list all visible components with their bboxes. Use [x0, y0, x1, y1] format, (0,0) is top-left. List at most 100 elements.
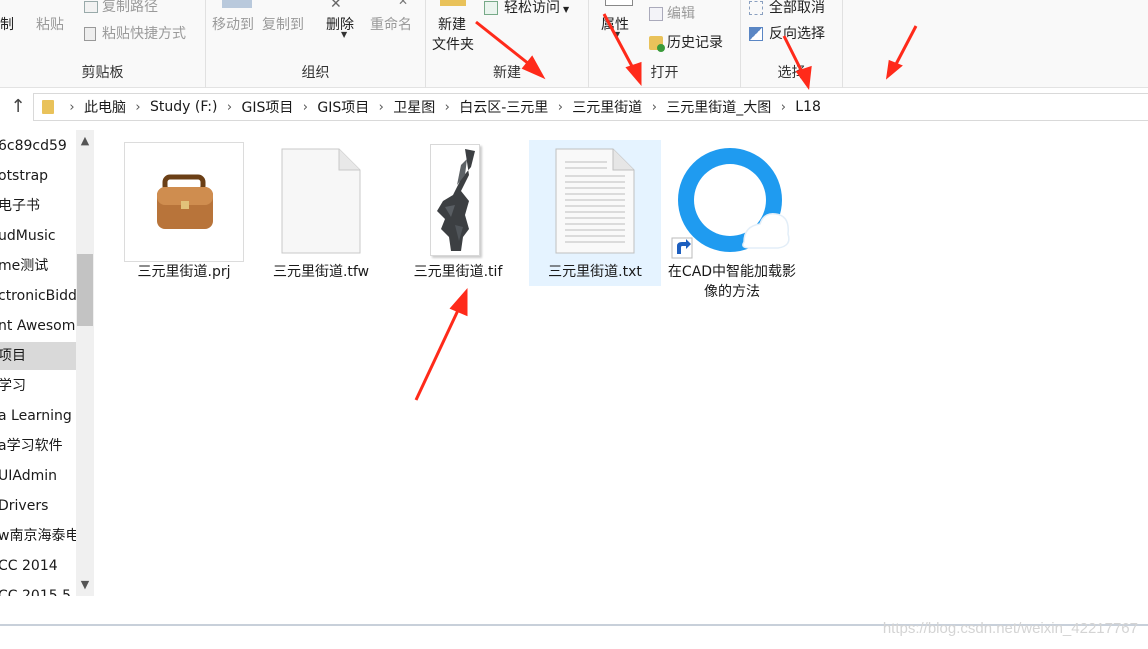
- file-name: 三元里街道.txt: [548, 264, 642, 280]
- delete-icon: ✕: [330, 0, 342, 12]
- breadcrumb-sanyuanli-large[interactable]: 三元里街道_大图: [666, 97, 771, 117]
- nav-item[interactable]: CC 2015.5: [0, 582, 76, 596]
- properties-icon: [605, 0, 633, 6]
- new-folder-button[interactable]: 新建: [438, 14, 466, 34]
- scrollbar-thumb[interactable]: [77, 254, 93, 326]
- up-arrow-icon[interactable]: ↑: [8, 96, 28, 118]
- nav-item[interactable]: 学习: [0, 372, 76, 400]
- file-name: 在CAD中智能加载影像的方法: [667, 264, 797, 300]
- satellite-image-thumbnail: [430, 144, 480, 256]
- paste-shortcut-icon: [84, 27, 96, 41]
- breadcrumb-satellite[interactable]: 卫星图: [393, 97, 435, 117]
- file-name: 三元里街道.prj: [137, 264, 231, 280]
- nav-item[interactable]: nt Awesom: [0, 312, 76, 340]
- group-title-clipboard: 剪贴板: [81, 65, 124, 81]
- file-name: 三元里街道.tfw: [272, 264, 370, 280]
- select-none-icon: [749, 1, 763, 15]
- breadcrumb-gis-project[interactable]: GIS项目: [241, 97, 293, 117]
- group-title-new: 新建: [493, 65, 521, 81]
- nav-item[interactable]: ctronicBidd: [0, 282, 76, 310]
- paste-button[interactable]: 粘贴: [36, 14, 64, 34]
- new-folder-icon: [440, 0, 466, 6]
- easy-access-button[interactable]: 轻松访问 ▼: [484, 0, 569, 17]
- file-item-tfw[interactable]: 三元里街道.tfw: [255, 140, 387, 286]
- scrollbar-track[interactable]: [76, 130, 94, 596]
- ribbon-group-new: 新建 文件夹 轻松访问 ▼ 新建: [426, 0, 589, 88]
- nav-item[interactable]: UIAdmin: [0, 462, 76, 490]
- breadcrumb-drive[interactable]: Study (F:): [150, 99, 217, 115]
- copy-path-icon: [84, 1, 98, 13]
- address-bar[interactable]: › 此电脑 › Study (F:) › GIS项目 › GIS项目 › 卫星图 › 白云…: [33, 93, 1148, 121]
- easy-access-label: 轻松访问: [504, 0, 560, 16]
- ribbon: 制 粘贴 复制路径 粘贴快捷方式 剪贴板 移动到 复制到 ✕ 删除 ▼ ✕ 重命…: [0, 0, 1148, 88]
- history-label: 历史记录: [667, 35, 723, 51]
- copy-path-label: 复制路径: [102, 0, 158, 15]
- group-title-open: 打开: [650, 65, 679, 81]
- select-none-label: 全部取消: [769, 0, 825, 16]
- file-explorer-window: 制 粘贴 复制路径 粘贴快捷方式 剪贴板 移动到 复制到 ✕ 删除 ▼ ✕ 重命…: [0, 0, 1148, 649]
- ribbon-group-clipboard: 制 粘贴 复制路径 粘贴快捷方式 剪贴板: [0, 0, 206, 88]
- nav-item[interactable]: Drivers: [0, 492, 76, 520]
- watermark: https://blog.csdn.net/weixin_42217767: [882, 620, 1138, 637]
- nav-item[interactable]: 6c89cd59: [0, 132, 76, 160]
- group-title-select: 选择: [777, 65, 806, 81]
- file-item-prj[interactable]: 三元里街道.prj: [118, 140, 250, 286]
- chevron-right-icon: ›: [651, 99, 657, 115]
- ribbon-group-organize: 移动到 复制到 ✕ 删除 ▼ ✕ 重命名 组织: [206, 0, 426, 88]
- blank-document-icon: [281, 148, 361, 254]
- history-button[interactable]: 历史记录: [649, 32, 723, 52]
- breadcrumb-this-pc[interactable]: 此电脑: [84, 97, 126, 117]
- chevron-right-icon: ›: [302, 99, 308, 115]
- paste-shortcut-label: 粘贴快捷方式: [102, 26, 186, 42]
- delete-button[interactable]: 删除: [326, 14, 354, 34]
- copy-button[interactable]: 制: [0, 14, 14, 34]
- scroll-up-icon[interactable]: ▲: [76, 132, 94, 150]
- select-none-button[interactable]: 全部取消: [749, 0, 825, 17]
- invert-selection-label: 反向选择: [769, 26, 825, 42]
- properties-dropdown-icon: ▼: [614, 30, 621, 39]
- edit-icon: [649, 7, 663, 21]
- rename-icon: ✕: [398, 0, 409, 8]
- navigation-pane: 6c89cd59 otstrap 电子书 udMusic me测试 ctroni…: [0, 130, 96, 596]
- nav-item[interactable]: otstrap: [0, 162, 76, 190]
- invert-selection-button[interactable]: 反向选择: [749, 23, 825, 43]
- invert-selection-icon: [749, 27, 763, 41]
- move-to-button[interactable]: 移动到: [212, 14, 254, 34]
- nav-item[interactable]: w南京海泰电: [0, 522, 76, 550]
- paste-shortcut-button[interactable]: 粘贴快捷方式: [84, 23, 186, 43]
- nav-item[interactable]: udMusic: [0, 222, 76, 250]
- nav-item[interactable]: CC 2014: [0, 552, 76, 580]
- copy-path-button[interactable]: 复制路径: [84, 0, 158, 16]
- chevron-right-icon: ›: [780, 99, 786, 115]
- briefcase-icon: [124, 142, 244, 262]
- address-bar-row: ↑ › 此电脑 › Study (F:) › GIS项目 › GIS项目 › 卫星图 › …: [0, 93, 1148, 121]
- ribbon-group-open: 属性 ▼ 编辑 历史记录 打开: [589, 0, 741, 88]
- breadcrumb: 此电脑 › Study (F:) › GIS项目 › GIS项目 › 卫星图 › 白云区-…: [84, 97, 821, 117]
- easy-access-dropdown-icon: ▼: [563, 5, 570, 14]
- edit-button[interactable]: 编辑: [649, 3, 695, 23]
- breadcrumb-gis-project-2[interactable]: GIS项目: [317, 97, 369, 117]
- nav-item-selected[interactable]: 项目: [0, 342, 76, 370]
- chevron-right-icon: ›: [69, 99, 75, 115]
- copy-to-button[interactable]: 复制到: [262, 14, 304, 34]
- file-item-txt[interactable]: 三元里街道.txt: [529, 140, 661, 286]
- history-icon: [649, 36, 665, 52]
- nav-item[interactable]: a学习软件: [0, 432, 76, 460]
- rename-button[interactable]: 重命名: [370, 14, 412, 34]
- easy-access-icon: [484, 1, 498, 15]
- nav-item[interactable]: me测试: [0, 252, 76, 280]
- delete-dropdown-icon: ▼: [341, 30, 348, 39]
- chevron-right-icon: ›: [557, 99, 563, 115]
- breadcrumb-l18[interactable]: L18: [795, 99, 821, 115]
- nav-item[interactable]: 电子书: [0, 192, 76, 220]
- chevron-right-icon: ›: [444, 99, 450, 115]
- chevron-right-icon: ›: [135, 99, 141, 115]
- nav-item[interactable]: a Learning: [0, 402, 76, 430]
- file-item-shortcut[interactable]: 在CAD中智能加载影像的方法: [666, 140, 798, 300]
- file-item-tif[interactable]: 三元里街道.tif: [392, 140, 524, 286]
- folder-icon: [42, 100, 54, 114]
- scroll-down-icon[interactable]: ▼: [76, 576, 94, 594]
- text-document-icon: [555, 148, 635, 254]
- breadcrumb-baiyun[interactable]: 白云区-三元里: [459, 97, 548, 117]
- breadcrumb-sanyuanli[interactable]: 三元里街道: [572, 97, 642, 117]
